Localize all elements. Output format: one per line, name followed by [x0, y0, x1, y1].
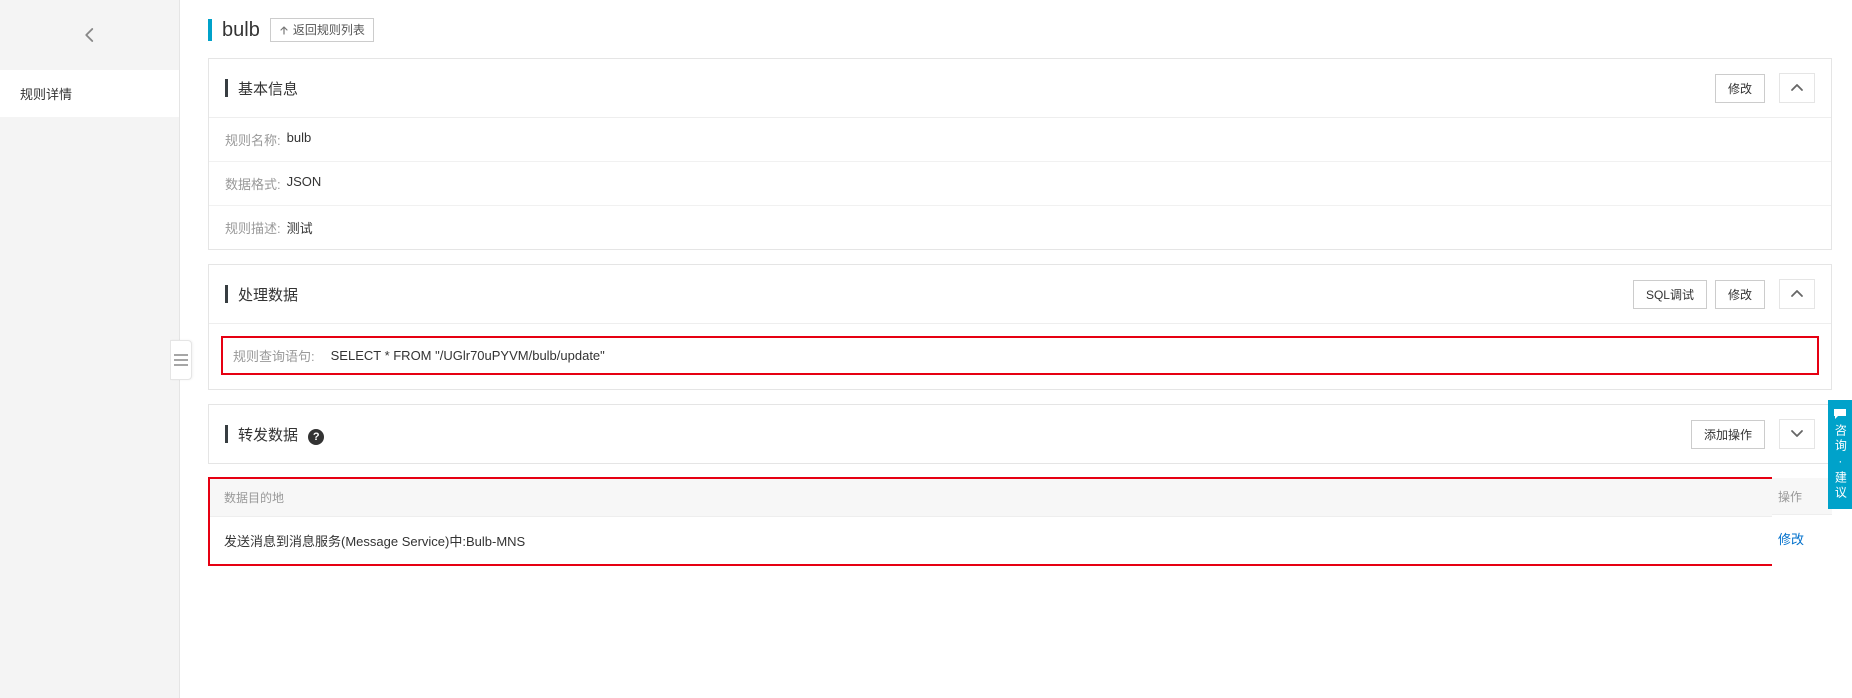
- back-button[interactable]: [0, 0, 179, 70]
- back-to-list-button[interactable]: 返回规则列表: [270, 18, 374, 42]
- title-accent: [208, 19, 212, 41]
- forward-table-right: 操作 修改: [1772, 478, 1832, 566]
- feedback-label: 咨询·建议: [1832, 424, 1849, 501]
- sidebar-collapse-handle[interactable]: [170, 340, 192, 380]
- panel-process-title: 处理数据: [238, 284, 298, 305]
- chevron-up-icon: [1790, 83, 1804, 93]
- row-destination: 发送消息到消息服务(Message Service)中:Bulb-MNS: [224, 531, 1758, 550]
- format-value: JSON: [287, 174, 322, 193]
- panel-forward-header: 转发数据 ? 添加操作: [209, 405, 1831, 464]
- panel-basic-header: 基本信息 修改: [209, 59, 1831, 118]
- chevron-down-icon: [1790, 429, 1804, 439]
- collapse-icon: [174, 354, 188, 366]
- panel-basic-body: 规则名称: bulb 数据格式: JSON 规则描述: 测试: [209, 118, 1831, 249]
- sidebar-item-label: 规则详情: [20, 87, 72, 102]
- chevron-left-icon: [81, 26, 99, 44]
- basic-modify-button[interactable]: 修改: [1715, 74, 1765, 103]
- forward-table-left: 数据目的地 发送消息到消息服务(Message Service)中:Bulb-M…: [208, 478, 1772, 566]
- forward-table: 数据目的地 发送消息到消息服务(Message Service)中:Bulb-M…: [208, 477, 1772, 566]
- desc-label: 规则描述:: [225, 218, 281, 237]
- panel-accent: [225, 425, 228, 443]
- process-modify-button[interactable]: 修改: [1715, 280, 1765, 309]
- process-collapse-toggle[interactable]: [1779, 279, 1815, 309]
- panel-process-body: 规则查询语句: SELECT * FROM "/UGlr70uPYVM/bulb…: [209, 336, 1831, 375]
- sql-label: 规则查询语句:: [233, 346, 315, 365]
- panel-accent: [225, 285, 228, 303]
- sql-debug-button[interactable]: SQL调试: [1633, 280, 1707, 309]
- col-action-header: 操作: [1772, 478, 1832, 515]
- panel-forward-title: 转发数据 ?: [238, 424, 324, 445]
- forward-collapse-toggle[interactable]: [1779, 419, 1815, 449]
- feedback-tab[interactable]: 咨询·建议: [1828, 400, 1852, 509]
- desc-value: 测试: [287, 218, 313, 237]
- back-to-list-label: 返回规则列表: [293, 21, 365, 39]
- return-icon: [279, 25, 289, 35]
- table-row: 发送消息到消息服务(Message Service)中:Bulb-MNS: [210, 517, 1772, 564]
- name-label: 规则名称:: [225, 130, 281, 149]
- basic-collapse-toggle[interactable]: [1779, 73, 1815, 103]
- name-value: bulb: [287, 130, 312, 149]
- col-destination-header: 数据目的地: [224, 489, 1758, 506]
- sql-value: SELECT * FROM "/UGlr70uPYVM/bulb/update": [331, 348, 605, 363]
- panel-forward-data: 转发数据 ? 添加操作: [208, 404, 1832, 464]
- panel-process-data: 处理数据 SQL调试 修改 规则查询语句: SELECT * FROM "/UG…: [208, 264, 1832, 390]
- sidebar-nav: 规则详情: [0, 70, 179, 117]
- chevron-up-icon: [1790, 289, 1804, 299]
- info-row-name: 规则名称: bulb: [209, 118, 1831, 162]
- panel-accent: [225, 79, 228, 97]
- forward-table-wrapper: 数据目的地 发送消息到消息服务(Message Service)中:Bulb-M…: [208, 478, 1832, 566]
- page-title: bulb: [222, 19, 260, 42]
- info-row-format: 数据格式: JSON: [209, 162, 1831, 206]
- panel-forward-title-text: 转发数据: [238, 427, 298, 444]
- speech-bubble-icon: [1833, 408, 1847, 420]
- sidebar: 规则详情: [0, 0, 180, 698]
- add-operation-button[interactable]: 添加操作: [1691, 420, 1765, 449]
- main-content: bulb 返回规则列表 基本信息 修改 规则名称: bu: [180, 0, 1852, 698]
- row-modify-link[interactable]: 修改: [1778, 532, 1804, 547]
- sql-statement-row: 规则查询语句: SELECT * FROM "/UGlr70uPYVM/bulb…: [221, 336, 1819, 375]
- forward-table-header: 数据目的地: [210, 479, 1772, 517]
- row-action-cell: 修改: [1772, 515, 1832, 562]
- panel-basic-info: 基本信息 修改 规则名称: bulb 数据格式: JSON 规则描述:: [208, 58, 1832, 250]
- page-header: bulb 返回规则列表: [208, 18, 1832, 58]
- sidebar-item-rule-detail[interactable]: 规则详情: [0, 70, 179, 117]
- panel-process-header: 处理数据 SQL调试 修改: [209, 265, 1831, 324]
- panel-basic-title: 基本信息: [238, 78, 298, 99]
- format-label: 数据格式:: [225, 174, 281, 193]
- info-row-desc: 规则描述: 测试: [209, 206, 1831, 249]
- help-icon[interactable]: ?: [308, 429, 324, 445]
